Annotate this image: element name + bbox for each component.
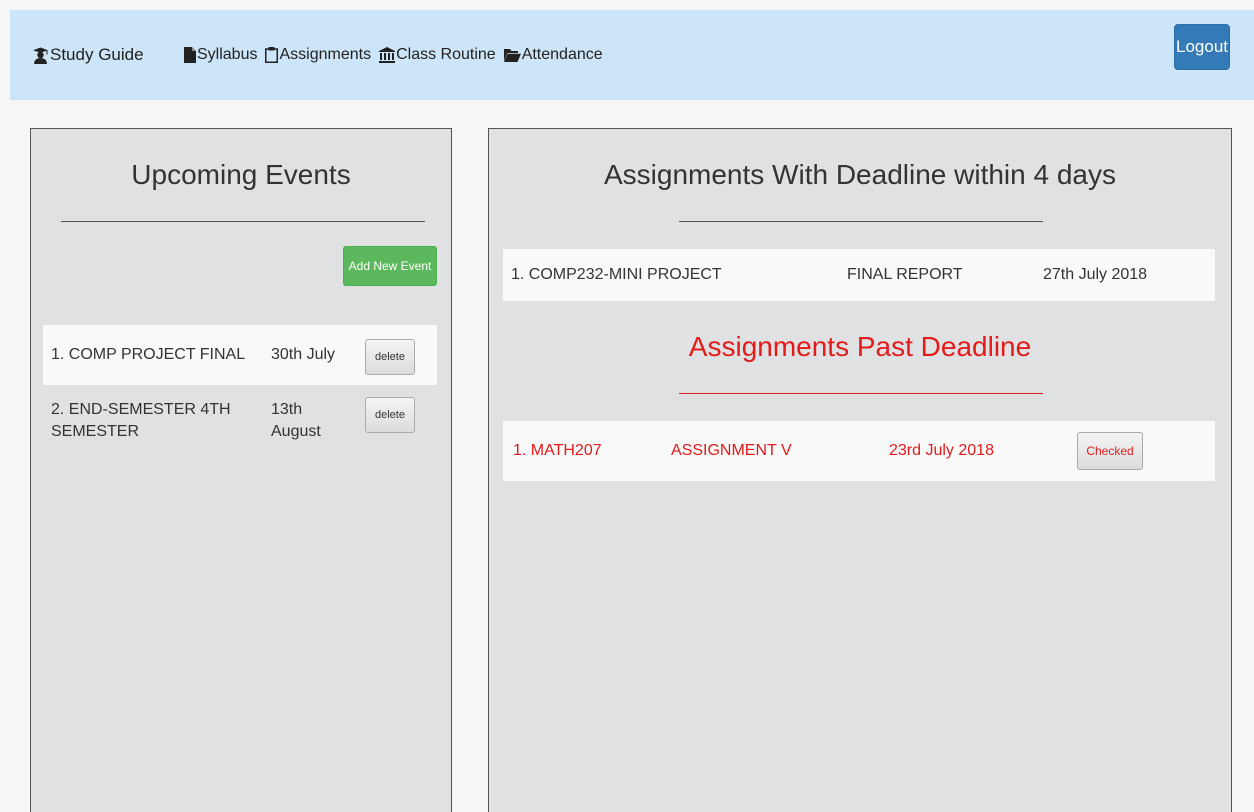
navbar: Study Guide Syllabus Assignments Class R… (10, 10, 1254, 100)
nav-link-label: Attendance (521, 46, 603, 63)
nav-link-assignments[interactable]: Assignments (265, 46, 371, 64)
institution-icon (379, 47, 396, 63)
upcoming-events-panel: Upcoming Events Add New Event 1. COMP PR… (30, 128, 452, 812)
past-deadline-title: Assignments Past Deadline (688, 331, 1032, 362)
assignments-deadline-title: Assignments With Deadline within 4 days (603, 159, 1116, 190)
add-new-event-button[interactable]: Add New Event (343, 246, 437, 286)
assignment-deadline: 23rd July 2018 (889, 442, 994, 459)
nav-link-syllabus[interactable]: Syllabus (184, 46, 257, 64)
logout-button[interactable]: Logout (1174, 24, 1230, 70)
nav-link-class-routine[interactable]: Class Routine (379, 46, 496, 64)
delete-event-button[interactable]: delete (365, 397, 415, 433)
checked-button[interactable]: Checked (1077, 432, 1143, 470)
graduate-icon (32, 47, 49, 64)
upcoming-events-title: Upcoming Events (131, 159, 351, 190)
nav-link-attendance[interactable]: Attendance (503, 46, 603, 64)
title-divider (679, 221, 1043, 222)
nav-link-label: Syllabus (197, 46, 258, 63)
assignment-task: FINAL REPORT (847, 266, 963, 283)
event-row: 1. COMP PROJECT FINAL 30th July delete (43, 325, 437, 385)
brand-label: Study Guide (50, 45, 144, 64)
brand-link[interactable]: Study Guide (32, 10, 144, 100)
assignment-task: ASSIGNMENT V (671, 442, 792, 459)
assignment-row: 1. COMP232-MINI PROJECT FINAL REPORT 27t… (503, 249, 1215, 301)
event-row: 2. END-SEMESTER 4TH SEMESTER 13th August… (43, 395, 437, 465)
folder-open-icon (503, 48, 521, 62)
assignment-course: 1. MATH207 (513, 442, 602, 459)
past-title-divider (679, 393, 1043, 394)
event-name: 1. COMP PROJECT FINAL (51, 346, 246, 363)
event-name: 2. END-SEMESTER 4TH SEMESTER (51, 401, 231, 440)
nav-link-label: Assignments (279, 46, 372, 63)
file-icon (184, 47, 196, 63)
event-date: 13th August (271, 401, 321, 440)
title-divider (61, 221, 425, 222)
assignment-course: 1. COMP232-MINI PROJECT (511, 266, 722, 283)
assignments-panel: Assignments With Deadline within 4 days … (488, 128, 1232, 812)
nav-link-label: Class Routine (396, 46, 496, 63)
assignment-deadline: 27th July 2018 (1043, 266, 1148, 283)
nav-links: Syllabus Assignments Class Routine Atten… (184, 10, 603, 100)
past-assignment-row: 1. MATH207 ASSIGNMENT V 23rd July 2018 C… (503, 421, 1215, 481)
delete-event-button[interactable]: delete (365, 339, 415, 375)
event-date: 30th July (271, 346, 336, 363)
clipboard-icon (265, 47, 279, 63)
